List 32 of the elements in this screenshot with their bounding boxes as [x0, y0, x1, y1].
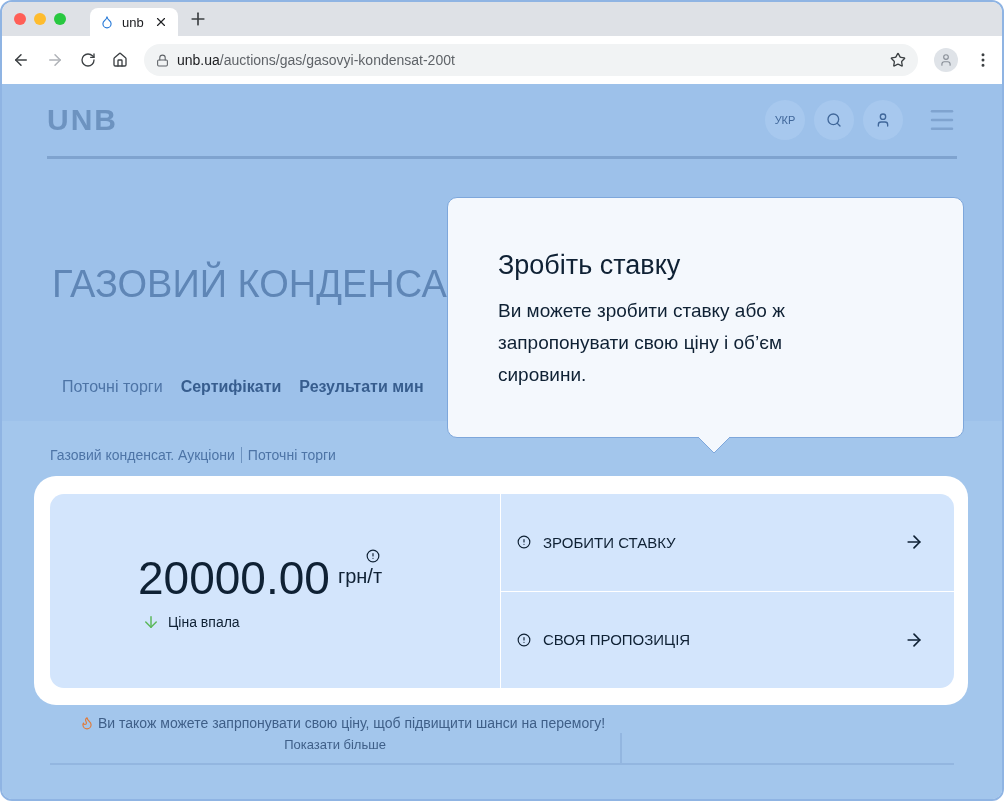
address-field[interactable]: unb.ua/auctions/gas/gasovyi-kondensat-200t [144, 44, 918, 76]
tab[interactable]: Результати мин [299, 378, 424, 396]
trend-label: Ціна впала [168, 614, 240, 630]
star-icon[interactable] [890, 52, 906, 68]
notice-text: Ви також можете запрпонувати свою ціну, щоб підвищити шанси на перемогу! [98, 715, 606, 731]
popover-text: Ви можете зробити ставку або ж запропонувати свою ціну і об’єм сировини. [498, 299, 786, 387]
user-icon [875, 112, 891, 128]
close-icon[interactable] [154, 15, 168, 29]
flame-icon [80, 716, 94, 730]
home-button[interactable] [112, 52, 128, 68]
tab[interactable]: Поточні торги [62, 378, 163, 396]
info-icon [517, 535, 531, 550]
breadcrumb-link[interactable]: Газовий конденсат. Аукціони [50, 447, 235, 463]
price-value: 20000.00 [138, 551, 330, 605]
tab[interactable]: Сертифікати [180, 378, 282, 396]
drop-icon [100, 15, 114, 29]
lock-icon [156, 53, 169, 67]
browser-tab[interactable]: unb [90, 8, 178, 36]
reload-button[interactable] [80, 52, 96, 68]
profile-avatar[interactable] [934, 48, 958, 72]
popover-title: Зробіть ставку [498, 250, 682, 281]
search-icon [826, 112, 842, 128]
show-more-button[interactable]: Показати більше [50, 733, 622, 763]
action-row[interactable]: ЗРОБИТИ СТАВКУ [501, 494, 954, 591]
page-title: ГАЗОВИЙ КОНДЕНСА [52, 260, 447, 307]
breadcrumb-link[interactable]: Поточні торги [247, 447, 336, 463]
info-icon[interactable] [366, 549, 381, 563]
language-button[interactable]: УКР [765, 100, 805, 140]
price-unit: грн/т [337, 565, 383, 588]
action-row[interactable]: СВОЯ ПРОПОЗИЦІЯ [501, 590, 954, 688]
back-button[interactable] [12, 51, 30, 69]
info-icon [517, 632, 531, 647]
